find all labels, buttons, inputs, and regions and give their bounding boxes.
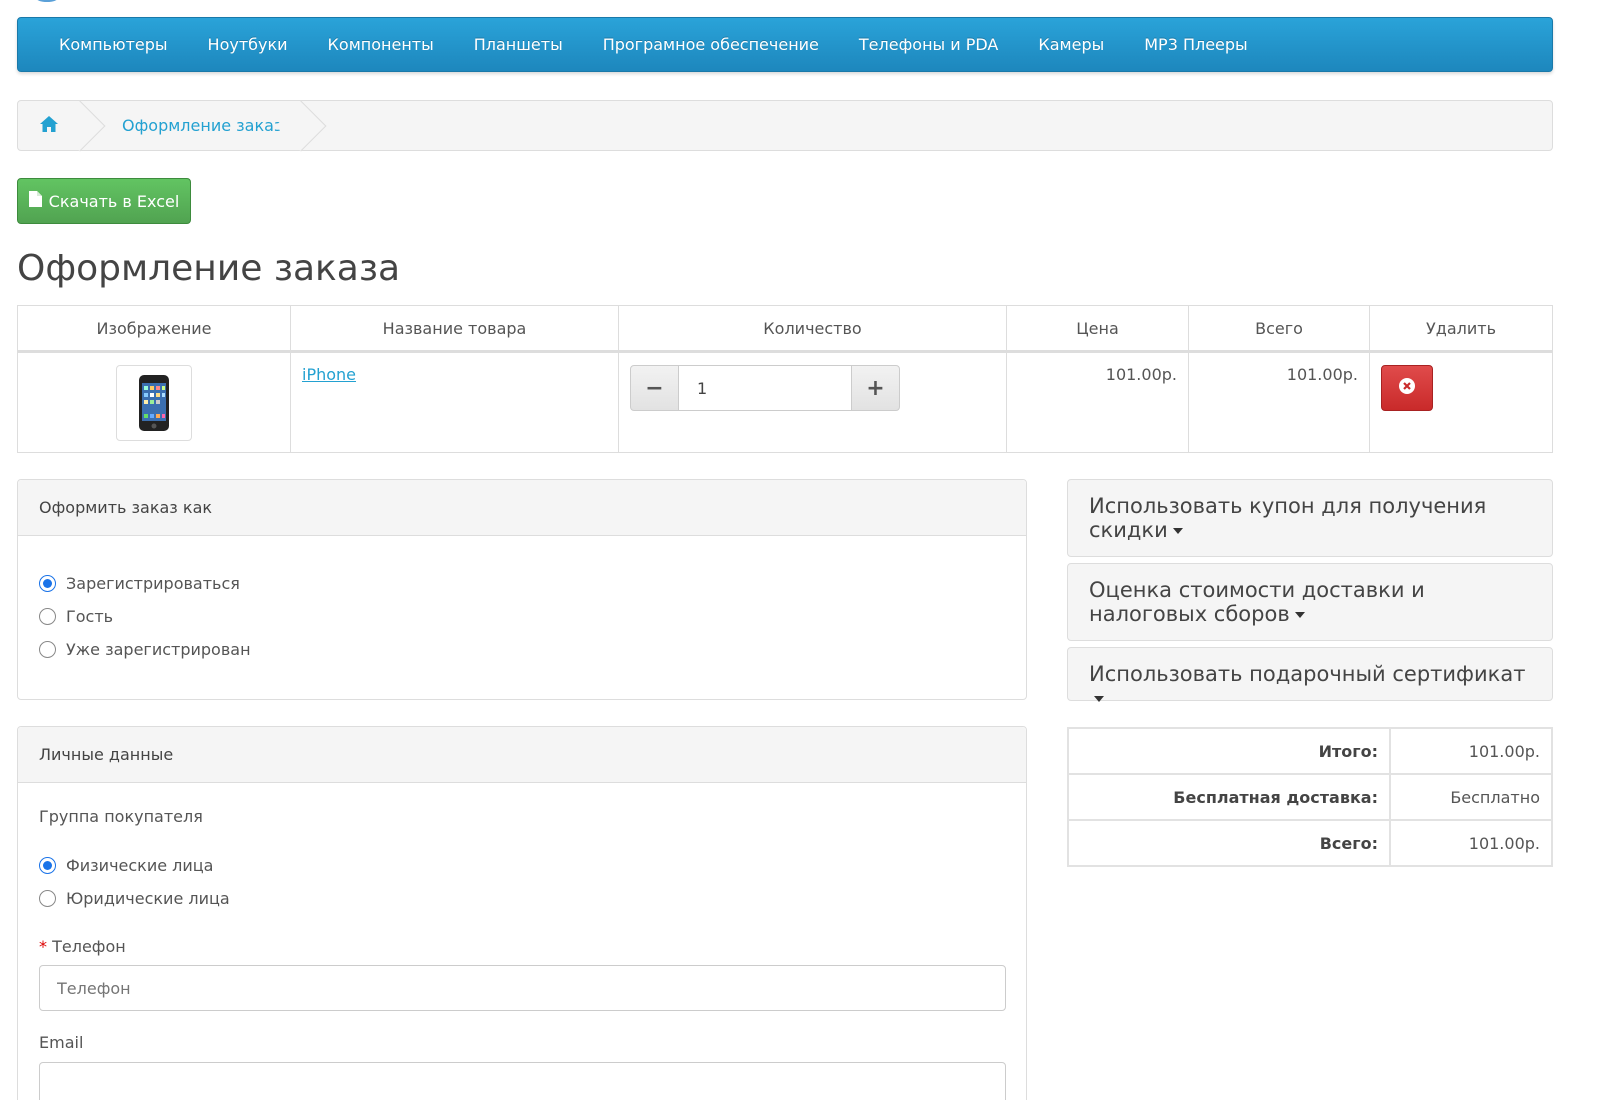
- menu-item-cameras[interactable]: Камеры: [1018, 35, 1124, 54]
- table-row: iPhone − + 101.00р. 101.00р.: [17, 351, 1553, 453]
- personal-data-panel: Личные данные Группа покупателя Физическ…: [17, 726, 1027, 1100]
- header-total: Всего: [1188, 305, 1370, 353]
- shipping-estimate-label: Оценка стоимости доставки и налоговых сб…: [1089, 578, 1425, 626]
- caret-down-icon: [1094, 696, 1104, 702]
- radio-guest[interactable]: [39, 608, 56, 625]
- product-name-link[interactable]: iPhone: [291, 353, 618, 384]
- quantity-input[interactable]: [679, 365, 851, 411]
- line-total: 101.00р.: [1188, 351, 1370, 453]
- remove-item-button[interactable]: [1381, 365, 1433, 411]
- email-label: Email: [39, 1033, 84, 1052]
- header-remove: Удалить: [1369, 305, 1553, 353]
- voucher-toggle[interactable]: Использовать подарочный сертификат: [1067, 647, 1553, 702]
- download-excel-button[interactable]: Скачать в Excel: [17, 178, 191, 224]
- phone-label-text: Телефон: [52, 937, 126, 956]
- checkout-as-title: Оформить заказ как: [18, 480, 1026, 536]
- page-title: Оформление заказа: [17, 248, 401, 289]
- coupon-toggle[interactable]: Использовать купон для получения скидки: [1067, 479, 1553, 557]
- shipping-label: Бесплатная доставка:: [1067, 773, 1391, 821]
- menu-item-laptops[interactable]: Ноутбуки: [188, 35, 308, 54]
- order-totals: Итого: 101.00р. Бесплатная доставка: Бес…: [1067, 727, 1553, 867]
- menu-item-computers[interactable]: Компьютеры: [39, 35, 188, 54]
- quantity-stepper: − +: [630, 365, 1006, 411]
- download-excel-label: Скачать в Excel: [48, 191, 180, 211]
- menu-item-mp3[interactable]: MP3 Плееры: [1124, 35, 1267, 54]
- checkout-as-panel: Оформить заказ как Зарегистрироваться Го…: [17, 479, 1027, 700]
- radio-existing[interactable]: [39, 641, 56, 658]
- subtotal-label: Итого:: [1067, 727, 1391, 775]
- close-circle-icon: [1398, 377, 1416, 399]
- personal-data-title: Личные данные: [18, 727, 1026, 783]
- totals-row-subtotal: Итого: 101.00р.: [1067, 727, 1553, 775]
- menu-item-components[interactable]: Компоненты: [308, 35, 454, 54]
- menu-item-phones[interactable]: Телефоны и PDA: [839, 35, 1018, 54]
- header-price: Цена: [1006, 305, 1189, 353]
- unit-price: 101.00р.: [1006, 351, 1189, 453]
- header-quantity: Количество: [618, 305, 1007, 353]
- option-individual-label: Физические лица: [66, 856, 214, 875]
- cart-header-row: Изображение Название товара Количество Ц…: [17, 305, 1553, 353]
- totals-row-total: Всего: 101.00р.: [1067, 819, 1553, 867]
- quantity-increase-button[interactable]: +: [851, 365, 900, 411]
- shipping-estimate-toggle[interactable]: Оценка стоимости доставки и налоговых сб…: [1067, 563, 1553, 641]
- breadcrumb-home[interactable]: [18, 100, 106, 152]
- option-existing-label: Уже зарегистрирован: [66, 640, 251, 659]
- breadcrumb: Оформление заказа: [17, 100, 1553, 152]
- customer-group-label: Группа покупателя: [39, 807, 203, 826]
- file-icon: [28, 191, 42, 211]
- plus-icon: +: [866, 375, 885, 401]
- total-value: 101.00р.: [1389, 819, 1553, 867]
- home-icon: [39, 115, 59, 137]
- total-label: Всего:: [1067, 819, 1391, 867]
- header-image: Изображение: [17, 305, 291, 353]
- menu-item-software[interactable]: Програмное обеспечение: [583, 35, 839, 54]
- totals-row-shipping: Бесплатная доставка: Бесплатно: [1067, 773, 1553, 821]
- option-existing[interactable]: Уже зарегистрирован: [39, 633, 1026, 666]
- main-menu: Компьютеры Ноутбуки Компоненты Планшеты …: [17, 17, 1553, 72]
- subtotal-value: 101.00р.: [1389, 727, 1553, 775]
- option-legal-entity[interactable]: Юридические лица: [39, 882, 1026, 915]
- radio-legal-entity[interactable]: [39, 890, 56, 907]
- coupon-toggle-label: Использовать купон для получения скидки: [1089, 494, 1487, 542]
- caret-down-icon: [1294, 612, 1305, 618]
- product-thumbnail[interactable]: [116, 365, 192, 441]
- menu-item-tablets[interactable]: Планшеты: [454, 35, 583, 54]
- option-guest[interactable]: Гость: [39, 600, 1026, 633]
- shipping-value: Бесплатно: [1389, 773, 1553, 821]
- option-register[interactable]: Зарегистрироваться: [39, 567, 1026, 600]
- breadcrumb-checkout[interactable]: Оформление заказа: [122, 116, 292, 135]
- radio-register[interactable]: [39, 575, 56, 592]
- phone-label: * Телефон: [39, 937, 1026, 956]
- cart-table: Изображение Название товара Количество Ц…: [17, 305, 1553, 453]
- option-register-label: Зарегистрироваться: [66, 574, 240, 593]
- voucher-toggle-label: Использовать подарочный сертификат: [1089, 662, 1526, 686]
- header-product-name: Название товара: [290, 305, 619, 353]
- option-legal-entity-label: Юридические лица: [66, 889, 230, 908]
- required-marker: *: [39, 937, 47, 956]
- logo-edge: [36, 0, 58, 2]
- email-field[interactable]: [39, 1062, 1006, 1100]
- minus-icon: −: [645, 375, 664, 401]
- option-guest-label: Гость: [66, 607, 114, 626]
- radio-individual[interactable]: [39, 857, 56, 874]
- option-individual[interactable]: Физические лица: [39, 849, 1026, 882]
- phone-field[interactable]: [39, 965, 1006, 1011]
- quantity-decrease-button[interactable]: −: [630, 365, 679, 411]
- caret-down-icon: [1172, 528, 1183, 534]
